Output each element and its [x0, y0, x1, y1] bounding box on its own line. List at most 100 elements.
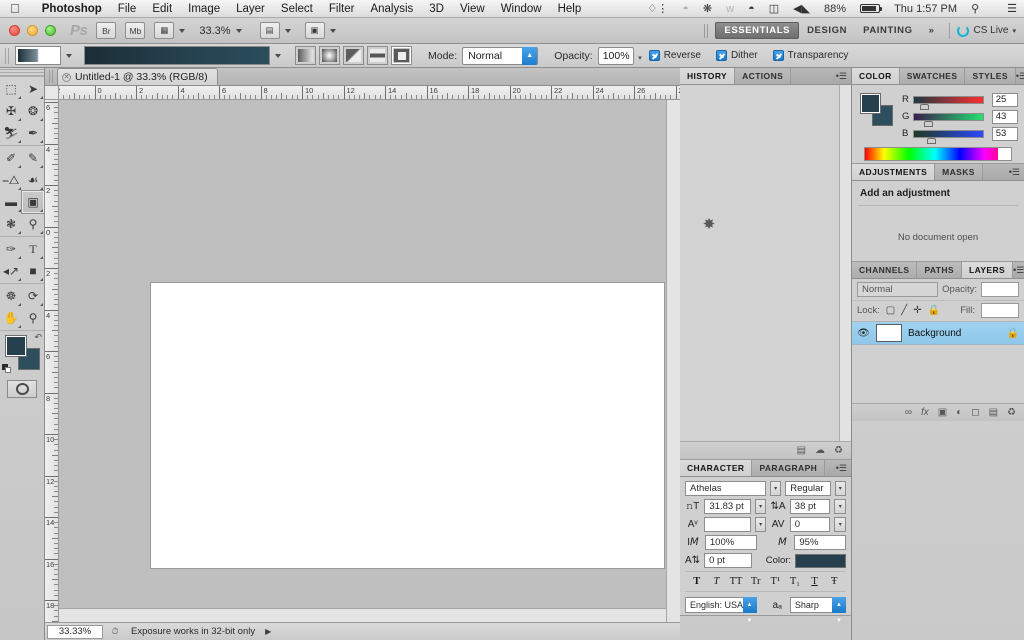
history-scrollbar[interactable] [839, 85, 851, 441]
status-popup-arrow-icon[interactable]: ▶ [265, 627, 271, 636]
delete-state-icon[interactable]: ♻ [834, 445, 843, 456]
horizontal-ruler[interactable]: 20246810121416182022242628 [45, 86, 680, 100]
red-slider[interactable] [913, 95, 984, 110]
lock-transparent-pixels-icon[interactable]: ▢ [886, 305, 895, 316]
quick-selection-tool[interactable]: ❂ [22, 100, 44, 122]
rectangular-marquee-tool[interactable]: ⬚ [0, 78, 22, 100]
tool-preset-chevron-down-icon[interactable] [66, 53, 72, 58]
dropbox-icon[interactable]: ♢⋮ [640, 0, 675, 18]
language-select[interactable]: English: USA ▲ ▼ [685, 597, 757, 624]
view-extras-chevron-down-icon[interactable] [179, 28, 186, 33]
opacity-input[interactable]: 100% ▾ [597, 46, 642, 65]
tab-color[interactable]: COLOR [852, 68, 900, 84]
tab-strip-drag-handle[interactable] [49, 70, 54, 83]
screen-mode-chevron-down-icon[interactable] [329, 28, 336, 33]
add-style-fx-icon[interactable]: fx [921, 407, 929, 418]
maximize-window-button[interactable] [45, 25, 56, 36]
brush-tool[interactable]: ✎ [22, 147, 44, 169]
all-caps-button[interactable]: TT [728, 576, 745, 587]
menu-item-window[interactable]: Window [493, 0, 550, 18]
panel-menu-icon[interactable]: •☰ [1016, 68, 1024, 84]
workspace-design[interactable]: DESIGN [799, 23, 855, 38]
layer-row-background[interactable]: 👁 Background 🔒 [852, 321, 1024, 345]
document-tab[interactable]: ✕ Untitled-1 @ 33.3% (RGB/8) [57, 68, 218, 85]
workspace-essentials[interactable]: ESSENTIALS [715, 22, 800, 39]
layer-opacity-input[interactable] [981, 282, 1019, 297]
tab-styles[interactable]: STYLES [965, 68, 1016, 84]
arrange-documents-icon[interactable]: ▤ [259, 22, 280, 39]
green-slider[interactable] [913, 112, 984, 127]
options-bar-drag-handle[interactable] [5, 47, 10, 64]
new-snapshot-icon[interactable]: ☁ [815, 445, 825, 456]
font-size-input[interactable]: 31.83 pt [704, 499, 751, 514]
wifi-icon[interactable]: ◓ [741, 0, 762, 18]
green-value-input[interactable]: 43 [991, 109, 1018, 124]
clock[interactable]: Thu 1:57 PM [887, 0, 964, 18]
new-layer-icon[interactable]: ▤ [989, 407, 998, 418]
rectangle-tool[interactable]: ■ [22, 260, 44, 282]
dither-checkbox[interactable]: Dither [715, 50, 758, 61]
arrange-chevron-down-icon[interactable] [284, 28, 291, 33]
screen-mode-icon[interactable]: ▣ [304, 22, 325, 39]
eyedropper-tool[interactable]: ✒ [22, 122, 44, 144]
new-adjustment-icon[interactable]: ◐ [956, 407, 962, 418]
blur-tool[interactable]: ❃ [0, 213, 22, 235]
blend-mode-select[interactable]: Normal ▲▼ [462, 46, 539, 77]
spotlight-search-icon[interactable]: ⚲ [964, 0, 986, 18]
kerning-input[interactable] [704, 517, 751, 532]
blue-slider[interactable] [913, 129, 984, 144]
minimize-window-button[interactable] [27, 25, 38, 36]
gradient-preview-swatch[interactable] [84, 46, 270, 65]
linear-gradient-icon[interactable] [295, 46, 316, 65]
clone-stamp-tool[interactable]: ⎯△ [0, 169, 22, 191]
font-style-chevron-down-icon[interactable]: ▾ [834, 481, 846, 496]
small-caps-button[interactable]: Tr [747, 576, 764, 587]
radial-gradient-icon[interactable] [319, 46, 340, 65]
menu-item-edit[interactable]: Edit [144, 0, 180, 18]
delete-layer-icon[interactable]: ♻ [1007, 407, 1016, 418]
swap-colors-icon[interactable]: ↶ [34, 332, 42, 343]
menu-item-select[interactable]: Select [273, 0, 321, 18]
document-canvas[interactable] [151, 283, 664, 568]
history-brush-tool[interactable]: ☙ [22, 169, 44, 191]
history-panel-body[interactable] [680, 85, 851, 441]
tab-history[interactable]: HISTORY [680, 68, 736, 84]
tracking-input[interactable]: 0 [789, 517, 831, 532]
tab-adjustments[interactable]: ADJUSTMENTS [852, 164, 936, 180]
tab-paths[interactable]: PATHS [917, 262, 962, 278]
3d-rotate-tool[interactable]: ☸ [0, 285, 22, 307]
lock-position-icon[interactable]: ✛ [913, 305, 921, 316]
menu-item-analysis[interactable]: Analysis [362, 0, 421, 18]
type-tool[interactable]: T [22, 238, 44, 260]
layer-name[interactable]: Background [908, 328, 961, 339]
diamond-gradient-icon[interactable] [391, 46, 412, 65]
notification-center-icon[interactable]: ☰ [1000, 0, 1024, 18]
blue-slider-thumb[interactable] [927, 137, 937, 144]
default-colors-icon[interactable] [2, 364, 11, 373]
font-style-input[interactable]: Regular [785, 481, 831, 496]
foreground-color-swatch[interactable] [5, 335, 27, 357]
layer-visibility-eye-icon[interactable]: 👁 [857, 328, 870, 339]
eraser-tool[interactable]: ▬ [0, 191, 22, 213]
path-selection-tool[interactable]: ◂↗ [0, 260, 22, 282]
blue-value-input[interactable]: 53 [991, 126, 1018, 141]
3d-camera-tool[interactable]: ⟳ [22, 285, 44, 307]
view-extras-icon[interactable]: ▦ [154, 22, 175, 39]
close-window-button[interactable] [9, 25, 20, 36]
workspace-painting[interactable]: PAINTING [855, 23, 920, 38]
ruler-corner[interactable] [45, 86, 59, 100]
kerning-chevron-down-icon[interactable]: ▾ [754, 517, 767, 532]
reflected-gradient-icon[interactable] [367, 46, 388, 65]
layer-blend-mode-select[interactable]: Normal [857, 282, 939, 297]
close-tab-icon[interactable]: ✕ [62, 72, 71, 82]
gradient-picker-chevron-down-icon[interactable] [275, 53, 281, 58]
panel-menu-icon[interactable]: •☰ [1013, 262, 1024, 278]
dodge-tool[interactable]: ⚲ [22, 213, 44, 235]
panel-menu-icon[interactable]: •☰ [836, 68, 851, 84]
menu-item-layer[interactable]: Layer [228, 0, 273, 18]
transparency-checkbox[interactable]: Transparency [772, 50, 848, 61]
airplay-icon[interactable]: ◫ [762, 0, 786, 18]
lasso-tool[interactable]: ✠ [0, 100, 22, 122]
layer-thumbnail[interactable] [876, 324, 902, 342]
menu-item-view[interactable]: View [452, 0, 493, 18]
